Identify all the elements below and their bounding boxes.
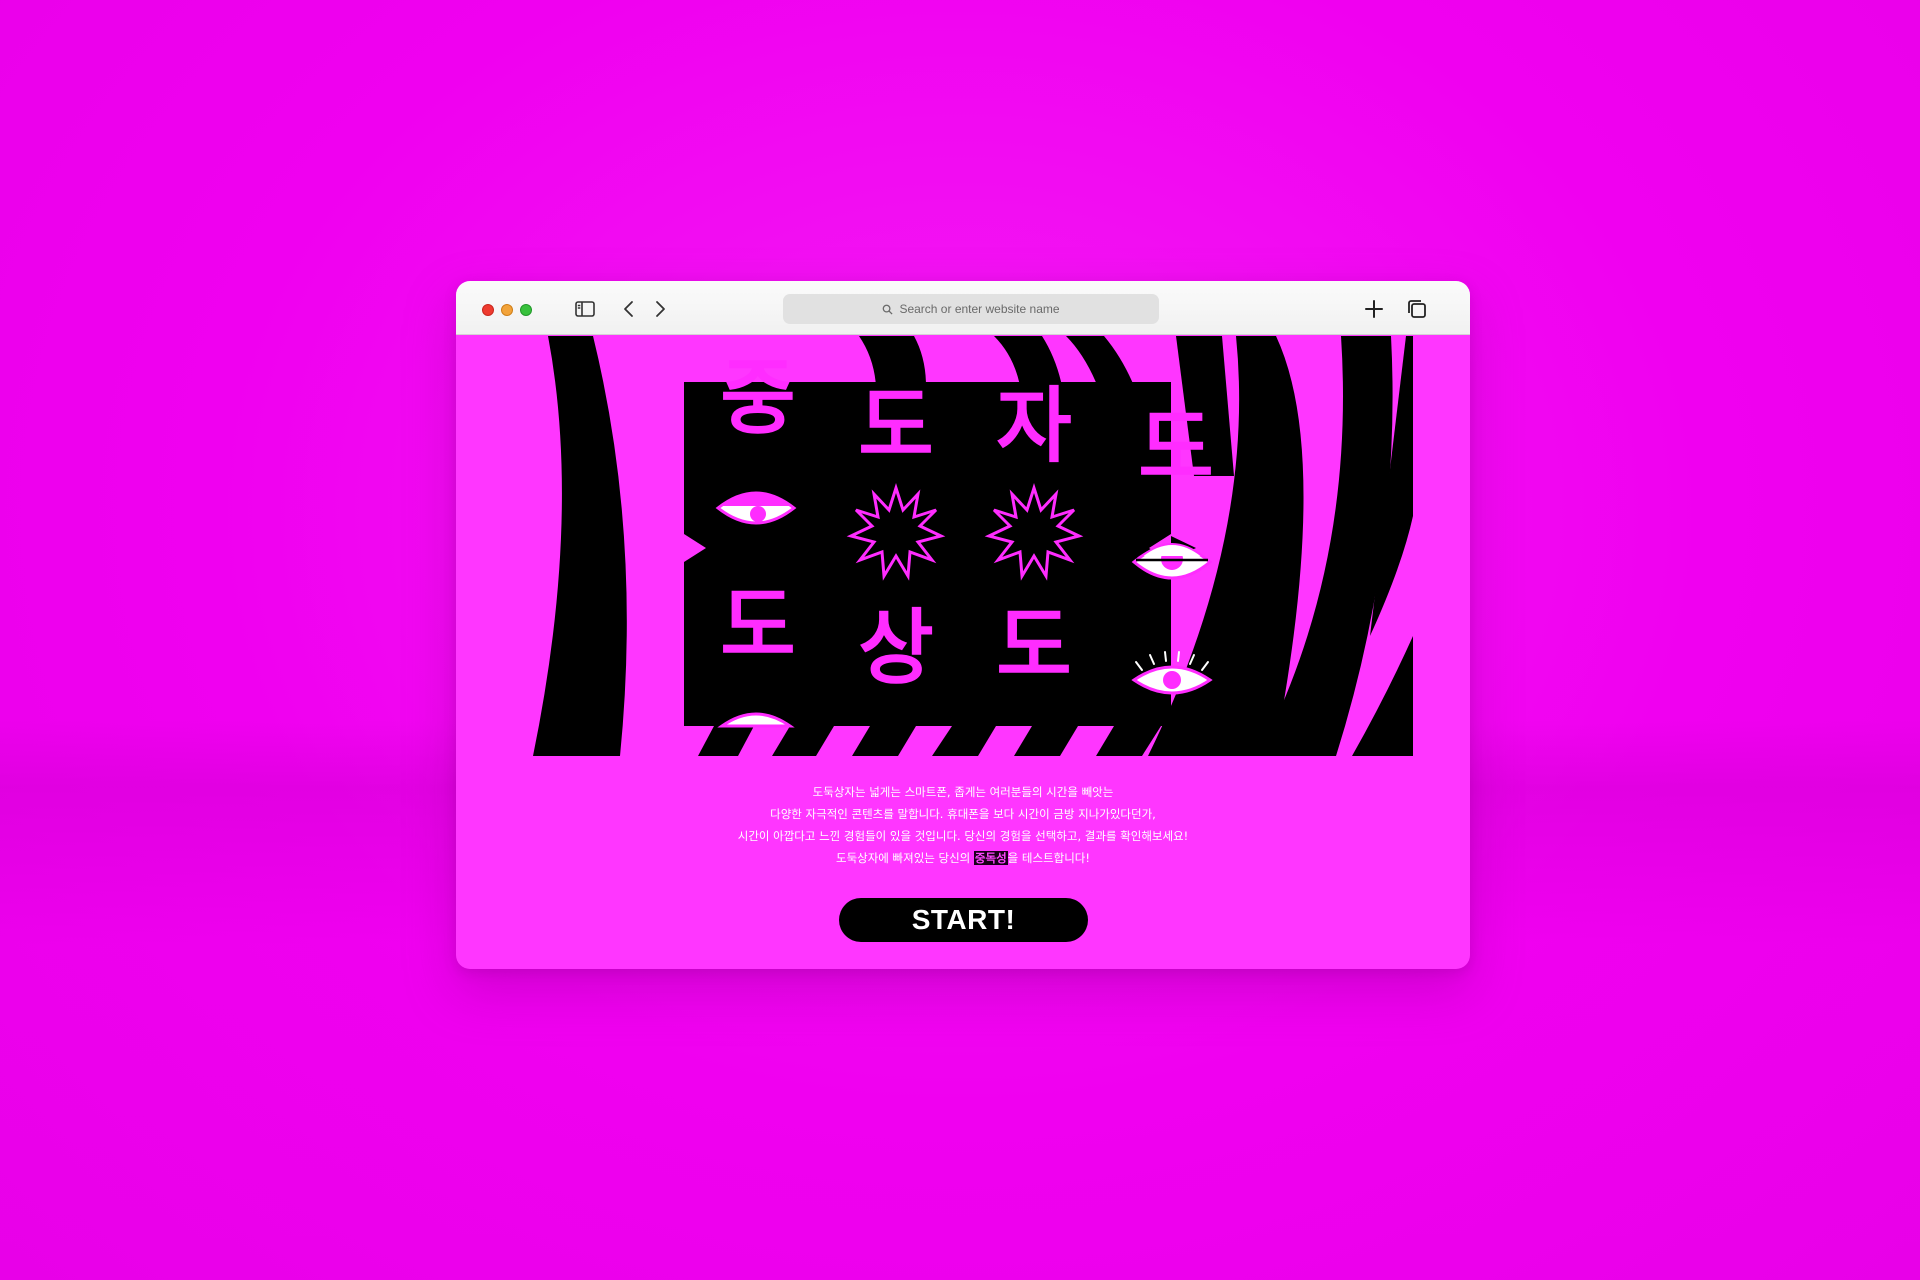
saw-5 <box>1014 726 1078 756</box>
hero-glyph-5: 도 <box>720 579 795 674</box>
forward-icon[interactable] <box>648 297 672 321</box>
start-button[interactable]: START! <box>839 898 1088 942</box>
intro-line-3: 시간이 아깝다고 느낀 경험들이 있을 것입니다. 당신의 경험을 선택하고, … <box>737 829 1189 843</box>
intro-line-4-end: 을 테스트합니다! <box>1007 851 1090 865</box>
sidebar-icon[interactable] <box>573 297 597 321</box>
page-content: 중 도 자 도 도 상 도 도둑상자는 넓게는 스마트폰, 좁게는 여러분들의 … <box>456 336 1470 969</box>
saw-2 <box>772 726 834 756</box>
intro-text: 도둑상자는 넓게는 스마트폰, 좁게는 여러분들의 시간을 빼앗는 다양한 자극… <box>456 781 1470 869</box>
zoom-window-button[interactable] <box>520 304 532 316</box>
browser-window: Search or enter website name 중 도 자 도 도 상… <box>456 281 1470 969</box>
tabs-overview-icon[interactable] <box>1405 297 1429 321</box>
hero-glyph-2: 도 <box>858 379 933 474</box>
intro-line-4: 도둑상자에 빠져있는 당신의 중독성을 테스트합니다! <box>456 847 1470 869</box>
intro-line-2: 다양한 자극적인 콘텐츠를 말합니다. 휴대폰을 보다 시간이 금방 지나가있다… <box>770 807 1156 821</box>
minimize-window-button[interactable] <box>501 304 513 316</box>
intro-line-1: 도둑상자는 넓게는 스마트폰, 좁게는 여러분들의 시간을 빼앗는 <box>812 785 1114 799</box>
back-icon[interactable] <box>617 297 641 321</box>
hero-artwork: 중 도 자 도 도 상 도 <box>456 336 1470 756</box>
hero-glyph-7: 도 <box>996 599 1071 694</box>
address-placeholder: Search or enter website name <box>899 302 1060 316</box>
hero-glyph-4: 도 <box>1138 401 1213 496</box>
hero-glyph-3: 자 <box>996 379 1071 474</box>
saw-4 <box>932 726 996 756</box>
search-icon <box>883 304 893 315</box>
address-bar[interactable]: Search or enter website name <box>783 294 1159 324</box>
intro-line-4-start: 도둑상자에 빠져있는 당신의 <box>835 851 974 865</box>
highlight-keyword: 중독성 <box>973 851 1008 865</box>
hero-glyph-1: 중 <box>720 351 795 446</box>
saw-1 <box>698 726 754 756</box>
hero-glyph-6: 상 <box>858 601 933 696</box>
close-window-button[interactable] <box>482 304 494 316</box>
hypno-arc-left <box>533 336 627 756</box>
browser-toolbar: Search or enter website name <box>456 281 1470 335</box>
new-tab-icon[interactable] <box>1362 297 1386 321</box>
saw-3 <box>852 726 916 756</box>
